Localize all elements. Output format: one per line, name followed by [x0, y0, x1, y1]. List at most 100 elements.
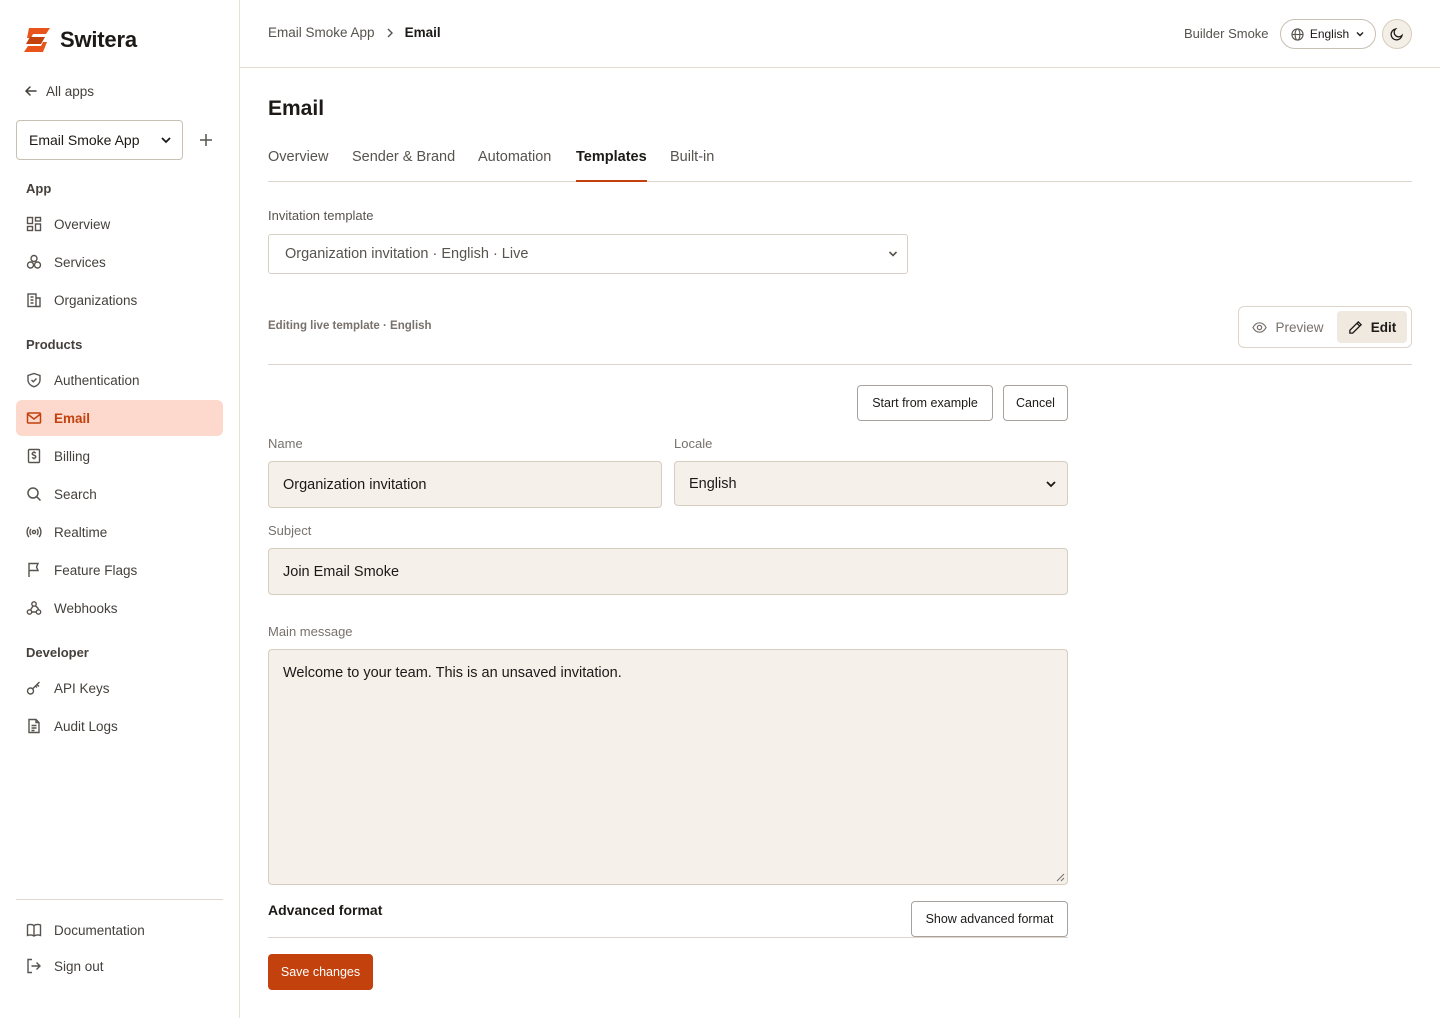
- template-select[interactable]: Organization invitation · English · Live: [268, 234, 908, 274]
- save-changes-button[interactable]: Save changes: [268, 954, 373, 990]
- dashboard-icon: [26, 216, 42, 232]
- nav-section-developer: Developer: [26, 645, 89, 660]
- brand-name: Switera: [60, 27, 137, 52]
- sidebar-item-label: Services: [54, 254, 106, 270]
- subject-label: Subject: [268, 523, 312, 538]
- plus-icon: [200, 134, 212, 146]
- section-divider: [268, 364, 1412, 365]
- webhook-icon: [26, 601, 42, 615]
- sidebar-item-label: Feature Flags: [54, 562, 138, 578]
- name-input-value: Organization invitation: [283, 476, 427, 493]
- sidebar-item-label: Authentication: [54, 372, 140, 388]
- tab-built-in[interactable]: Built-in: [670, 136, 714, 182]
- preview-label: Preview: [1275, 319, 1324, 335]
- sidebar-item-label: Audit Logs: [54, 718, 118, 734]
- sidebar-item-webhooks[interactable]: Webhooks: [16, 590, 223, 626]
- moon-icon: [1390, 27, 1404, 41]
- chevron-right-icon: [387, 28, 393, 37]
- tab-sender-brand[interactable]: Sender & Brand: [352, 136, 455, 182]
- sidebar-item-email[interactable]: Email: [16, 400, 223, 436]
- book-icon: [26, 923, 42, 937]
- chevron-down-icon: [161, 137, 171, 144]
- sidebar-item-authentication[interactable]: Authentication: [16, 362, 223, 398]
- all-apps-link[interactable]: All apps: [24, 82, 94, 100]
- switera-logo-icon: [24, 28, 50, 52]
- sidebar-item-audit-logs[interactable]: Audit Logs: [16, 708, 223, 744]
- tab-automation[interactable]: Automation: [478, 136, 551, 182]
- name-input[interactable]: Organization invitation: [268, 461, 662, 508]
- locale-select[interactable]: English: [674, 461, 1068, 506]
- subject-input[interactable]: Join Email Smoke: [268, 548, 1068, 595]
- sidebar-item-label: Realtime: [54, 524, 108, 540]
- advanced-divider: [268, 937, 1068, 938]
- file-text-icon: [28, 718, 40, 734]
- key-icon: [26, 681, 40, 695]
- edit-label: Edit: [1370, 319, 1397, 335]
- resize-grip-icon[interactable]: [1056, 873, 1065, 882]
- theme-toggle-button[interactable]: [1382, 19, 1412, 49]
- chevron-down-icon: [1046, 480, 1056, 487]
- name-label: Name: [268, 436, 303, 451]
- topbar: Email Smoke App Email Builder Smoke Engl…: [240, 0, 1440, 68]
- preview-button[interactable]: Preview: [1243, 311, 1333, 343]
- main-message-textarea[interactable]: Welcome to your team. This is an unsaved…: [268, 649, 1068, 885]
- main-message-label: Main message: [268, 624, 353, 639]
- user-name: Builder Smoke: [1184, 26, 1269, 41]
- main-message-value: Welcome to your team. This is an unsaved…: [283, 665, 622, 681]
- app-select-value: Email Smoke App: [29, 132, 140, 148]
- sidebar-divider: [16, 899, 223, 900]
- sidebar-item-services[interactable]: Services: [16, 244, 223, 280]
- nav-section-products: Products: [26, 337, 83, 352]
- breadcrumb-app-link[interactable]: Email Smoke App: [268, 25, 375, 40]
- sidebar-item-label: Organizations: [54, 292, 138, 308]
- language-switcher[interactable]: English: [1280, 19, 1376, 49]
- sidebar-item-overview[interactable]: Overview: [16, 206, 223, 242]
- start-from-example-button[interactable]: Start from example: [857, 385, 993, 421]
- arrow-left-icon: [24, 86, 37, 96]
- eye-icon: [1252, 321, 1268, 333]
- subject-input-value: Join Email Smoke: [283, 563, 400, 580]
- sidebar-item-search[interactable]: Search: [16, 476, 223, 512]
- editing-status: Editing live template · English: [268, 320, 432, 332]
- show-advanced-format-button[interactable]: Show advanced format: [911, 901, 1068, 937]
- services-icon: [26, 254, 42, 269]
- sidebar-item-label: API Keys: [54, 680, 110, 696]
- template-select-label: Invitation template: [268, 208, 374, 223]
- flag-icon: [28, 562, 40, 577]
- all-apps-label: All apps: [46, 83, 95, 99]
- mail-icon: [26, 412, 42, 424]
- sidebar-item-feature-flags[interactable]: Feature Flags: [16, 552, 223, 588]
- sidebar-item-documentation[interactable]: Documentation: [16, 912, 223, 948]
- shield-check-icon: [27, 372, 41, 388]
- add-app-button[interactable]: [196, 130, 216, 150]
- brand-logo[interactable]: Switera: [24, 27, 137, 53]
- tab-templates[interactable]: Templates: [576, 136, 647, 182]
- sidebar-item-label: Documentation: [54, 922, 145, 938]
- sidebar-item-label: Billing: [54, 448, 91, 464]
- sidebar-item-sign-out[interactable]: Sign out: [16, 948, 223, 984]
- sidebar-item-realtime[interactable]: Realtime: [16, 514, 223, 550]
- chevron-down-icon: [1356, 32, 1364, 37]
- sidebar-item-organizations[interactable]: Organizations: [16, 282, 223, 318]
- tab-overview[interactable]: Overview: [268, 136, 328, 182]
- chevron-down-icon: [888, 251, 898, 257]
- sidebar-item-api-keys[interactable]: API Keys: [16, 670, 223, 706]
- locale-label: Locale: [674, 436, 713, 451]
- edit-button[interactable]: Edit: [1337, 311, 1407, 343]
- breadcrumb-current: Email: [404, 25, 441, 40]
- breadcrumb: Email Smoke App Email: [268, 25, 441, 40]
- building-icon: [27, 293, 41, 308]
- language-label: English: [1309, 27, 1350, 41]
- advanced-format-title: Advanced format: [268, 902, 383, 918]
- sidebar-item-label: Overview: [54, 216, 111, 232]
- sidebar-item-label: Search: [54, 486, 97, 502]
- tab-bar: Overview Sender & Brand Automation Templ…: [268, 136, 1412, 182]
- sign-out-icon: [27, 958, 41, 974]
- cancel-button[interactable]: Cancel: [1003, 385, 1068, 421]
- sidebar: Switera All apps Email Smoke App App Ove…: [0, 0, 240, 1018]
- sidebar-item-label: Webhooks: [54, 600, 118, 616]
- view-mode-toggle: Preview Edit: [1238, 306, 1412, 348]
- page-title: Email: [268, 97, 325, 120]
- sidebar-item-billing[interactable]: Billing: [16, 438, 223, 474]
- app-select[interactable]: Email Smoke App: [16, 120, 183, 160]
